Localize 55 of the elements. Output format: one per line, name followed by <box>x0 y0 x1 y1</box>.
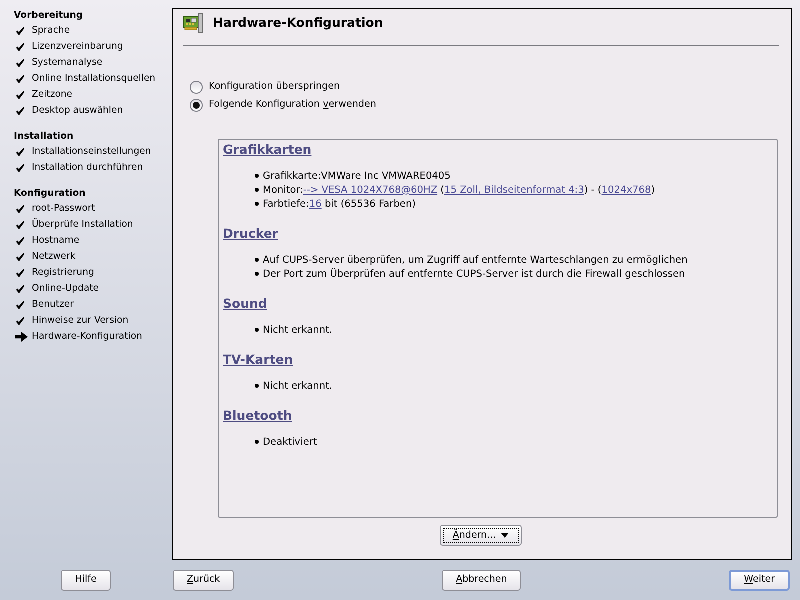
step-label: Hostname <box>32 234 80 248</box>
step-label: root-Passwort <box>32 202 96 216</box>
sidebar-heading: Installation <box>14 130 74 144</box>
sidebar-heading: Konfiguration <box>14 187 86 201</box>
dialog-button[interactable]: Weiter <box>729 570 790 590</box>
bullet-icon <box>255 202 259 206</box>
dialog-button[interactable]: Hilfe <box>61 570 111 590</box>
step-label: Hardware-Konfiguration <box>32 330 142 344</box>
list-item-text: Nicht erkannt. <box>263 380 333 394</box>
step-label: Systemanalyse <box>32 56 103 70</box>
step-label: Netzwerk <box>32 250 76 264</box>
caret-down-icon <box>501 533 510 538</box>
step-label: Installation durchführen <box>32 161 144 175</box>
step-label: Hinweise zur Version <box>32 314 129 328</box>
step-label: Überprüfe Installation <box>32 218 134 232</box>
bullet-icon <box>255 174 259 178</box>
dialog-button[interactable]: Abbrechen <box>442 570 522 590</box>
dialog-button[interactable]: Zurück <box>173 570 234 590</box>
section-link[interactable]: Grafikkarten <box>223 142 312 158</box>
radio-option[interactable]: Folgende Konfiguration verwenden <box>190 96 376 114</box>
list-item-text: Nicht erkannt. <box>263 324 333 338</box>
section-link[interactable]: Bluetooth <box>223 408 292 424</box>
circuit-board-icon <box>183 13 203 33</box>
step-label: Sprache <box>32 24 70 38</box>
list-item-text: Auf CUPS-Server überprüfen, um Zugriff auf entfernte Warteschlangen zu ermöglichen <box>263 254 688 268</box>
change-button[interactable]: Ändern... <box>440 525 522 546</box>
bullet-icon <box>255 440 259 444</box>
step-label: Zeitzone <box>32 88 72 102</box>
section-link[interactable]: TV-Karten <box>223 352 294 368</box>
bullet-icon <box>255 384 259 388</box>
step-label: Lizenzvereinbarung <box>32 40 124 54</box>
inline-link[interactable]: 1024x768 <box>602 184 652 196</box>
bullet-icon <box>255 272 259 276</box>
section-link[interactable]: Sound <box>223 296 268 312</box>
section-link[interactable]: Drucker <box>223 226 278 242</box>
step-label: Benutzer <box>32 298 74 312</box>
bullet-icon <box>255 258 259 262</box>
list-item-text: Deaktiviert <box>263 436 318 450</box>
step-label: Registrierung <box>32 266 94 280</box>
list-item-text: Monitor:--> VESA 1024X768@60HZ (15 Zoll, Bildseitenformat 4:3) - (1024x768) <box>263 184 656 198</box>
list-item-text: Farbtiefe:16 bit (65536 Farben) <box>263 198 416 212</box>
list-item-text: Grafikkarte:VMWare Inc VMWARE0405 <box>263 170 451 184</box>
step-label: Installationseinstellungen <box>32 145 152 159</box>
step-label: Desktop auswählen <box>32 104 124 118</box>
inline-link[interactable]: --> VESA 1024X768@60HZ <box>303 184 438 196</box>
inline-link[interactable]: 15 Zoll, Bildseitenformat 4:3 <box>444 184 584 196</box>
page-title: Hardware-Konfiguration <box>213 14 384 32</box>
radio-option[interactable]: Konfiguration überspringen <box>190 78 340 96</box>
bullet-icon <box>255 328 259 332</box>
bullet-icon <box>255 188 259 192</box>
list-item-text: Der Port zum Überprüfen auf entfernte CUPS-Server ist durch die Firewall geschlossen <box>263 268 686 282</box>
step-label: Online Installationsquellen <box>32 72 156 86</box>
sidebar-heading: Vorbereitung <box>14 9 84 23</box>
step-label: Online-Update <box>32 282 100 296</box>
inline-link[interactable]: 16 <box>309 198 322 210</box>
